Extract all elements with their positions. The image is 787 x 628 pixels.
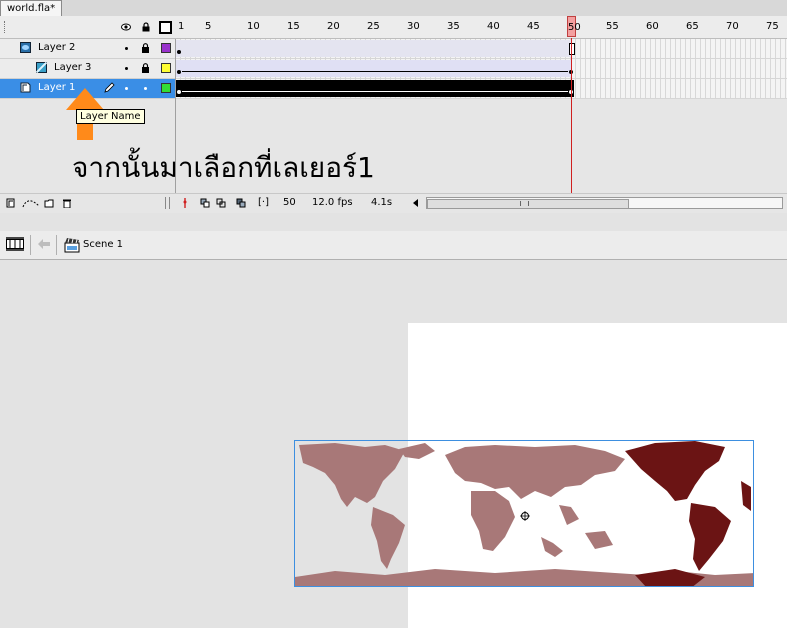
document-tab[interactable]: world.fla* — [0, 0, 63, 16]
motion-tween-line — [182, 71, 568, 72]
visibility-dot[interactable] — [125, 87, 128, 90]
ruler-tick: 35 — [447, 21, 460, 32]
ruler-tick: 75 — [766, 21, 779, 32]
ruler-tick: 20 — [327, 21, 340, 32]
scene-name-label[interactable]: Scene 1 — [83, 239, 123, 250]
document-tab-bar: world.fla* — [0, 0, 787, 17]
scroll-left-arrow-icon[interactable] — [413, 199, 418, 207]
ruler-tick: 30 — [407, 21, 420, 32]
delete-layer-trash-icon[interactable] — [62, 198, 72, 208]
onion-skin-icon[interactable] — [200, 198, 210, 208]
mask-layer-icon — [20, 42, 31, 53]
ruler-tick: 5 — [205, 21, 212, 32]
frame-ruler[interactable]: 50 5 10 15 20 25 30 35 40 45 55 60 65 70… — [176, 16, 787, 39]
edit-bar: Scene 1 — [0, 231, 787, 260]
keyframe[interactable] — [177, 50, 181, 54]
lock-icon[interactable] — [141, 63, 150, 73]
frame-row-layer-3[interactable] — [176, 59, 787, 79]
layer-color-swatch[interactable] — [161, 63, 171, 73]
motion-tween-line — [182, 91, 568, 92]
insert-layer-icon[interactable] — [6, 198, 16, 208]
ruler-tick: 70 — [726, 21, 739, 32]
separator — [56, 235, 57, 255]
elapsed-time-value: 4.1s — [371, 197, 393, 208]
ruler-tick: 1 — [178, 21, 185, 32]
world-map-graphic — [295, 441, 753, 586]
layer-row-layer-2[interactable]: Layer 2 — [0, 39, 175, 59]
layer-name-label: Layer 2 — [38, 42, 76, 53]
insert-folder-icon[interactable] — [44, 198, 54, 208]
lock-all-icon[interactable] — [141, 22, 151, 32]
timeline-horizontal-scrollbar[interactable] — [426, 197, 783, 209]
layer-color-swatch[interactable] — [161, 43, 171, 53]
visibility-dot[interactable] — [125, 47, 128, 50]
lock-dot[interactable] — [144, 87, 147, 90]
timeline-status-bar: [·] 50 12.0 fps 4.1s — [0, 193, 787, 213]
frame-row-layer-2[interactable] — [176, 39, 787, 59]
back-arrow-icon[interactable] — [38, 239, 50, 249]
layer-name-label: Layer 3 — [54, 62, 92, 73]
scrollbar-thumb[interactable] — [427, 199, 629, 209]
thumb-grip — [520, 201, 529, 206]
ruler-tick: 25 — [367, 21, 380, 32]
outline-all-icon[interactable] — [159, 21, 172, 34]
current-frame-value: 50 — [283, 197, 296, 208]
layer-header — [0, 16, 176, 39]
splitter-handle[interactable] — [165, 197, 170, 209]
ruler-tick: 60 — [646, 21, 659, 32]
stage-pasteboard — [0, 260, 787, 628]
separator — [30, 235, 31, 255]
lock-icon[interactable] — [141, 43, 150, 53]
grip-icon[interactable] — [4, 21, 7, 33]
onion-skin-outlines-icon[interactable] — [216, 198, 226, 208]
visibility-dot[interactable] — [125, 67, 128, 70]
layer-color-swatch[interactable] — [161, 83, 171, 93]
layer-name-tooltip: Layer Name — [76, 109, 145, 124]
scene-clapper-icon — [64, 238, 80, 253]
ruler-tick: 65 — [686, 21, 699, 32]
center-frame-icon[interactable] — [180, 198, 190, 208]
playhead-marker[interactable]: 50 — [567, 16, 581, 37]
add-motion-guide-icon[interactable] — [22, 198, 40, 208]
keyframe[interactable] — [177, 90, 181, 94]
keyframe[interactable] — [177, 70, 181, 74]
playhead-line — [571, 38, 572, 212]
modify-onion-markers-icon[interactable]: [·] — [258, 197, 269, 208]
frame-row-layer-1[interactable] — [176, 79, 787, 99]
end-frame[interactable] — [569, 43, 575, 55]
edit-multiple-frames-icon[interactable] — [236, 198, 246, 208]
playhead-frame-label: 50 — [568, 22, 581, 33]
frame-rate-value[interactable]: 12.0 fps — [312, 197, 353, 208]
instruction-caption: จากนั้นมาเลือกที่เลเยอร์1 — [72, 151, 375, 184]
ruler-tick: 15 — [287, 21, 300, 32]
ruler-tick: 45 — [527, 21, 540, 32]
pencil-icon — [104, 82, 115, 93]
normal-layer-icon — [20, 82, 31, 93]
masked-layer-icon — [36, 62, 47, 73]
layer-row-layer-3[interactable]: Layer 3 — [0, 59, 175, 79]
ruler-tick: 55 — [606, 21, 619, 32]
show-hide-all-eye-icon[interactable] — [121, 22, 131, 32]
world-map-selection[interactable] — [294, 440, 754, 587]
timeline-toggle-icon[interactable] — [6, 237, 24, 251]
ruler-tick: 40 — [487, 21, 500, 32]
ruler-tick: 10 — [247, 21, 260, 32]
